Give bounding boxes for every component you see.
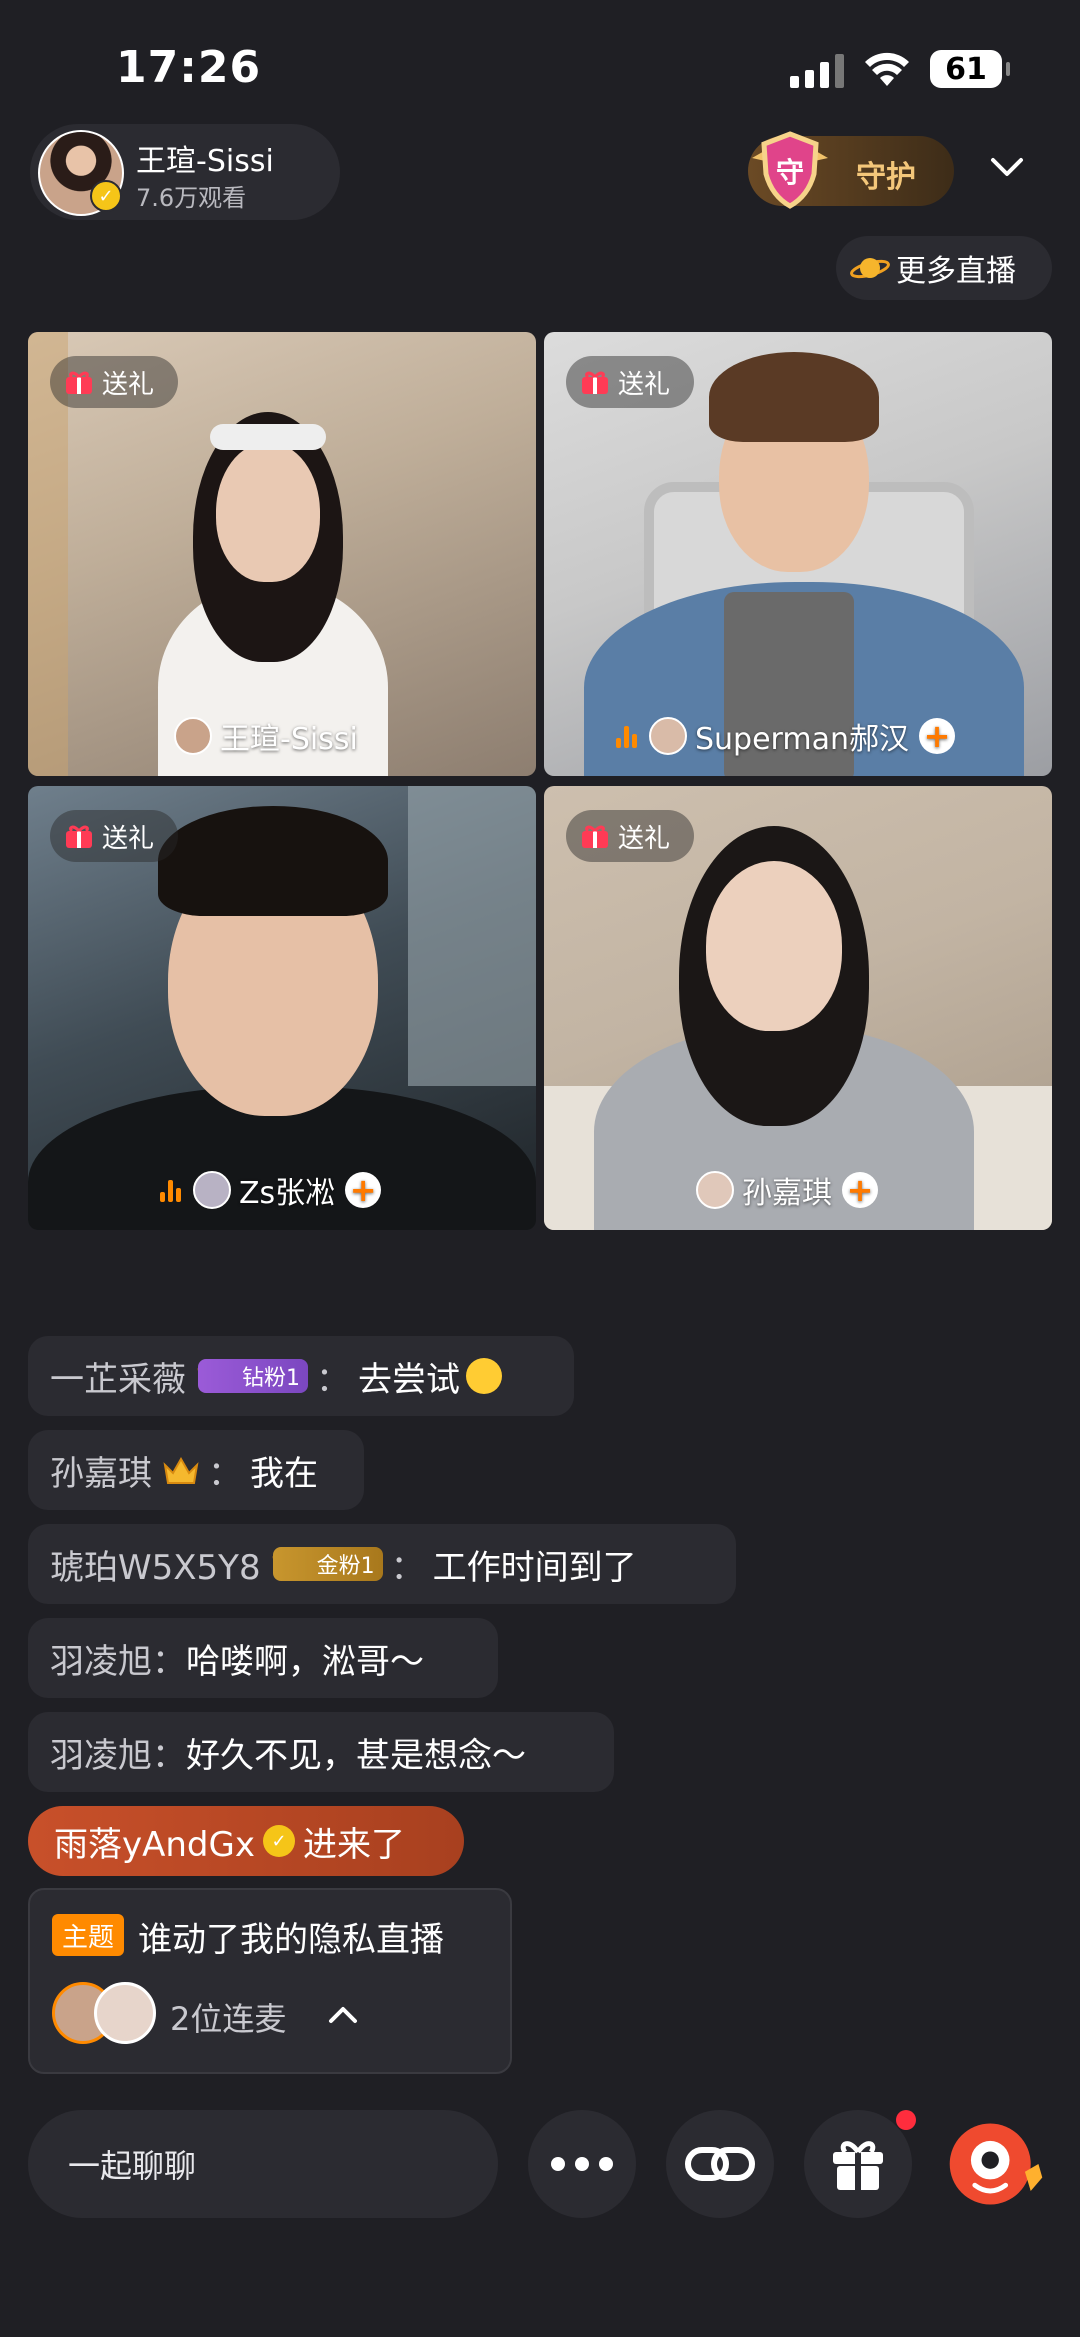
planet-icon xyxy=(850,258,890,279)
chat-message[interactable]: 羽凌旭： 哈喽啊，淞哥～ xyxy=(28,1618,498,1698)
topic-tag: 主题 xyxy=(52,1914,125,1956)
audio-level-icon xyxy=(160,1178,181,1202)
more-live-label: 更多直播 xyxy=(896,254,1016,289)
fan-badge: 钻粉1 xyxy=(198,1359,308,1393)
gift-icon xyxy=(582,825,608,848)
tile-name-row: Superman郝汉 + xyxy=(616,714,955,758)
co-host-avatars xyxy=(52,1982,172,2048)
svg-text:守: 守 xyxy=(776,156,804,189)
host-profile-pill[interactable]: ✓ 王瑄-Sissi 7.6万观看 xyxy=(30,124,340,220)
status-time: 17:26 xyxy=(116,42,262,93)
enter-notice: 雨落yAndGx ✓ 进来了 xyxy=(28,1806,464,1876)
chat-username: 一芷采薇 xyxy=(50,1359,186,1400)
link-icon xyxy=(685,2147,755,2181)
verified-icon: ✓ xyxy=(90,180,122,212)
gift-button[interactable]: 送礼 xyxy=(50,810,178,862)
chat-username: 孙嘉琪 xyxy=(50,1453,152,1494)
tile-name: Superman郝汉 xyxy=(695,722,909,757)
gift-button[interactable]: 送礼 xyxy=(50,356,178,408)
wifi-icon xyxy=(865,52,909,86)
avatar xyxy=(696,1171,734,1209)
fan-badge: 金粉1 xyxy=(272,1547,383,1581)
topic-title: 谁动了我的隐私直播 xyxy=(138,1920,444,1960)
gift-label: 送礼 xyxy=(618,369,671,400)
chat-text: 哈喽啊，淞哥～ xyxy=(186,1641,424,1682)
gift-label: 送礼 xyxy=(618,823,671,854)
host-name: 王瑄-Sissi xyxy=(136,144,274,179)
chat-message[interactable]: 琥珀W5X5Y8 金粉1 ： 工作时间到了 xyxy=(28,1524,736,1604)
enter-username: 雨落yAndGx xyxy=(54,1824,255,1865)
follow-plus-icon[interactable]: + xyxy=(918,718,955,754)
tile-name: 孙嘉琪 xyxy=(742,1176,832,1211)
topic-card[interactable]: 主题 谁动了我的隐私直播 2位连麦 xyxy=(28,1888,512,2074)
notification-dot xyxy=(896,2110,916,2130)
chat-text: 工作时间到了 xyxy=(432,1547,637,1588)
more-live-button[interactable]: 更多直播 xyxy=(836,236,1052,300)
gift-button[interactable] xyxy=(804,2110,912,2218)
gift-icon xyxy=(833,2141,883,2190)
more-button[interactable] xyxy=(528,2110,636,2218)
person-face xyxy=(706,861,842,1031)
enter-suffix: 进来了 xyxy=(302,1824,405,1865)
tile-name: 王瑄-Sissi xyxy=(220,722,358,757)
chat-text: 去尝试 xyxy=(358,1359,460,1400)
video-tile-guest[interactable]: 送礼 Superman郝汉 + xyxy=(544,332,1052,776)
gift-button[interactable]: 送礼 xyxy=(566,356,694,408)
chat-username: 琥珀W5X5Y8 xyxy=(50,1547,261,1588)
follow-plus-icon[interactable]: + xyxy=(345,1172,382,1208)
chevron-up-icon[interactable] xyxy=(326,2000,360,2030)
avatar xyxy=(649,717,687,755)
guard-label: 守护 xyxy=(856,160,916,195)
chat-message[interactable]: 孙嘉琪 ： 我在 xyxy=(28,1430,364,1510)
tile-name-row: 孙嘉琪 + xyxy=(696,1168,878,1212)
chat-separator: ： xyxy=(316,1359,350,1400)
co-host-count: 2位连麦 xyxy=(170,2000,287,2038)
avatar xyxy=(193,1171,231,1209)
chevron-down-icon[interactable] xyxy=(990,150,1024,184)
more-dots-icon xyxy=(551,2157,613,2171)
host-view-count: 7.6万观看 xyxy=(136,184,247,212)
chat-message[interactable]: 一芷采薇 钻粉1 ： 去尝试 xyxy=(28,1336,574,1416)
video-tile-guest[interactable]: 送礼 孙嘉琪 + xyxy=(544,786,1052,1230)
gift-button[interactable]: 送礼 xyxy=(566,810,694,862)
person-face xyxy=(216,442,320,582)
guard-button[interactable]: 守 守护 xyxy=(748,131,954,209)
chat-username: 羽凌旭： xyxy=(50,1641,186,1682)
follow-plus-icon[interactable]: + xyxy=(842,1172,878,1208)
gift-label: 送礼 xyxy=(102,369,155,400)
mascot-icon xyxy=(949,2123,1043,2205)
avatar xyxy=(174,717,212,755)
mascot-button[interactable] xyxy=(942,2110,1050,2218)
video-tile-host[interactable]: 送礼 王瑄-Sissi xyxy=(28,332,536,776)
video-tile-guest[interactable]: 送礼 Zs张凇 + xyxy=(28,786,536,1230)
gift-icon xyxy=(66,371,92,394)
cellular-signal-icon xyxy=(790,52,844,88)
chat-separator: ： xyxy=(208,1453,242,1494)
chat-message[interactable]: 羽凌旭： 好久不见，甚是想念～ xyxy=(28,1712,614,1792)
avatar xyxy=(94,1982,156,2044)
chat-input[interactable]: 一起聊聊 xyxy=(28,2110,498,2218)
battery-indicator: 61 xyxy=(930,50,1010,88)
chat-username: 羽凌旭： xyxy=(50,1735,186,1776)
gift-icon xyxy=(582,371,608,394)
link-mic-button[interactable] xyxy=(666,2110,774,2218)
chat-separator: ： xyxy=(390,1547,425,1588)
tile-name-row: Zs张凇 + xyxy=(160,1168,382,1212)
chat-text: 我在 xyxy=(250,1453,318,1494)
gift-label: 送礼 xyxy=(102,823,155,854)
tile-name-row: 王瑄-Sissi xyxy=(174,714,358,758)
tile-name: Zs张凇 xyxy=(239,1176,336,1211)
gift-icon xyxy=(66,825,92,848)
chat-text: 好久不见，甚是想念～ xyxy=(186,1735,526,1776)
shield-icon: 守 xyxy=(752,131,828,209)
verified-icon: ✓ xyxy=(262,1825,295,1857)
emoji-icon xyxy=(466,1358,502,1394)
audio-level-icon xyxy=(616,724,637,748)
crown-icon xyxy=(163,1456,199,1484)
